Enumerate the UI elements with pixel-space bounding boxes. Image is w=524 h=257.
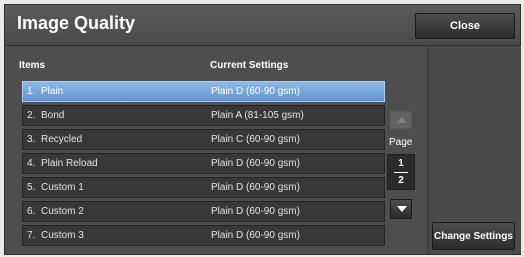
row-number: 1. xyxy=(27,86,36,97)
row-current-setting: Plain D (60-90 gsm) xyxy=(211,206,300,217)
title-bar: Image Quality Close xyxy=(5,5,520,46)
image-quality-screen: Image Quality Close Items Current Settin… xyxy=(4,4,521,255)
page-up-button[interactable] xyxy=(390,111,412,129)
table-row[interactable]: 1. Plain Plain D (60-90 gsm) xyxy=(22,81,385,102)
table-row[interactable]: 6. Custom 2 Plain D (60-90 gsm) xyxy=(22,201,385,222)
row-item-name: Custom 3 xyxy=(41,230,84,241)
items-column-header: Items xyxy=(19,60,46,71)
table-row[interactable]: 7. Custom 3 Plain D (60-90 gsm) xyxy=(22,225,385,246)
row-item-name: Custom 2 xyxy=(41,206,84,217)
row-number: 4. xyxy=(27,158,36,169)
row-number: 3. xyxy=(27,134,36,145)
row-item-name: Plain Reload xyxy=(41,158,98,169)
row-item-name: Bond xyxy=(41,110,65,121)
page-indicator: 1 2 xyxy=(387,154,415,190)
close-button[interactable]: Close xyxy=(415,13,515,39)
row-number: 6. xyxy=(27,206,36,217)
pagination-control: Page 1 2 xyxy=(383,65,419,245)
table-row[interactable]: 3. Recycled Plain C (60-90 gsm) xyxy=(22,129,385,150)
action-panel: Change Settings xyxy=(427,46,521,254)
table-row[interactable]: 5. Custom 1 Plain D (60-90 gsm) xyxy=(22,177,385,198)
triangle-down-icon xyxy=(397,206,407,212)
table-row[interactable]: 4. Plain Reload Plain D (60-90 gsm) xyxy=(22,153,385,174)
row-item-name: Plain xyxy=(41,86,64,97)
page-title: Image Quality xyxy=(17,13,136,33)
row-item-name: Custom 1 xyxy=(41,182,84,193)
table-row[interactable]: 2. Bond Plain A (81-105 gsm) xyxy=(22,105,385,126)
current-page: 1 xyxy=(398,158,404,169)
settings-list-panel: Items Current Settings 1. Plain Plain D … xyxy=(15,46,425,253)
total-pages: 2 xyxy=(398,175,404,186)
row-number: 2. xyxy=(27,110,36,121)
current-settings-column-header: Current Settings xyxy=(210,60,289,71)
row-current-setting: Plain A (81-105 gsm) xyxy=(211,110,304,121)
page-divider xyxy=(394,172,408,173)
row-item-name: Recycled xyxy=(41,134,83,145)
page-label: Page xyxy=(389,137,413,148)
change-settings-button[interactable]: Change Settings xyxy=(432,222,515,250)
row-current-setting: Plain C (60-90 gsm) xyxy=(211,134,300,145)
row-current-setting: Plain D (60-90 gsm) xyxy=(211,230,300,241)
triangle-up-icon xyxy=(397,117,407,123)
row-current-setting: Plain D (60-90 gsm) xyxy=(211,158,300,169)
row-current-setting: Plain D (60-90 gsm) xyxy=(211,182,300,193)
row-number: 5. xyxy=(27,182,36,193)
row-current-setting: Plain D (60-90 gsm) xyxy=(211,86,300,97)
page-down-button[interactable] xyxy=(390,199,412,219)
row-number: 7. xyxy=(27,230,36,241)
